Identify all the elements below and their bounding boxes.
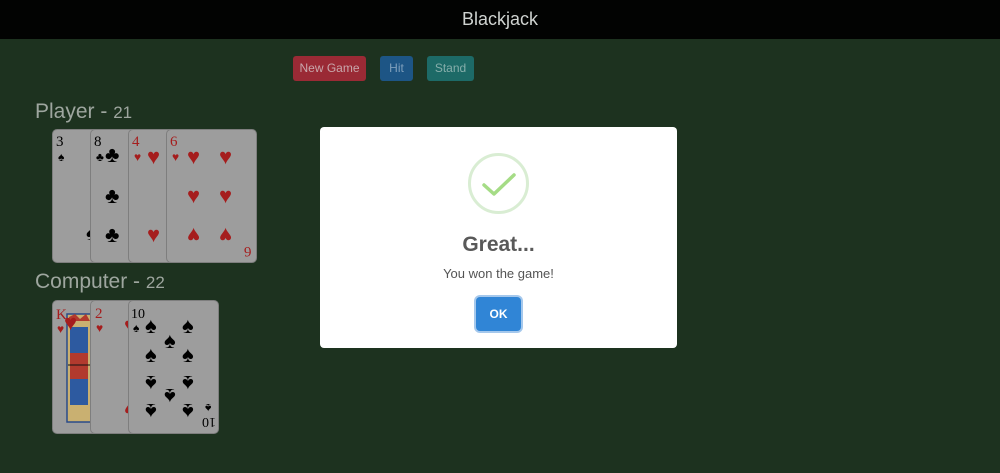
dialog-message: You won the game!: [443, 266, 554, 281]
ok-button[interactable]: OK: [476, 297, 521, 331]
result-dialog: Great... You won the game! OK: [320, 127, 677, 348]
checkmark-icon: [482, 173, 516, 196]
dialog-title: Great...: [462, 233, 535, 256]
